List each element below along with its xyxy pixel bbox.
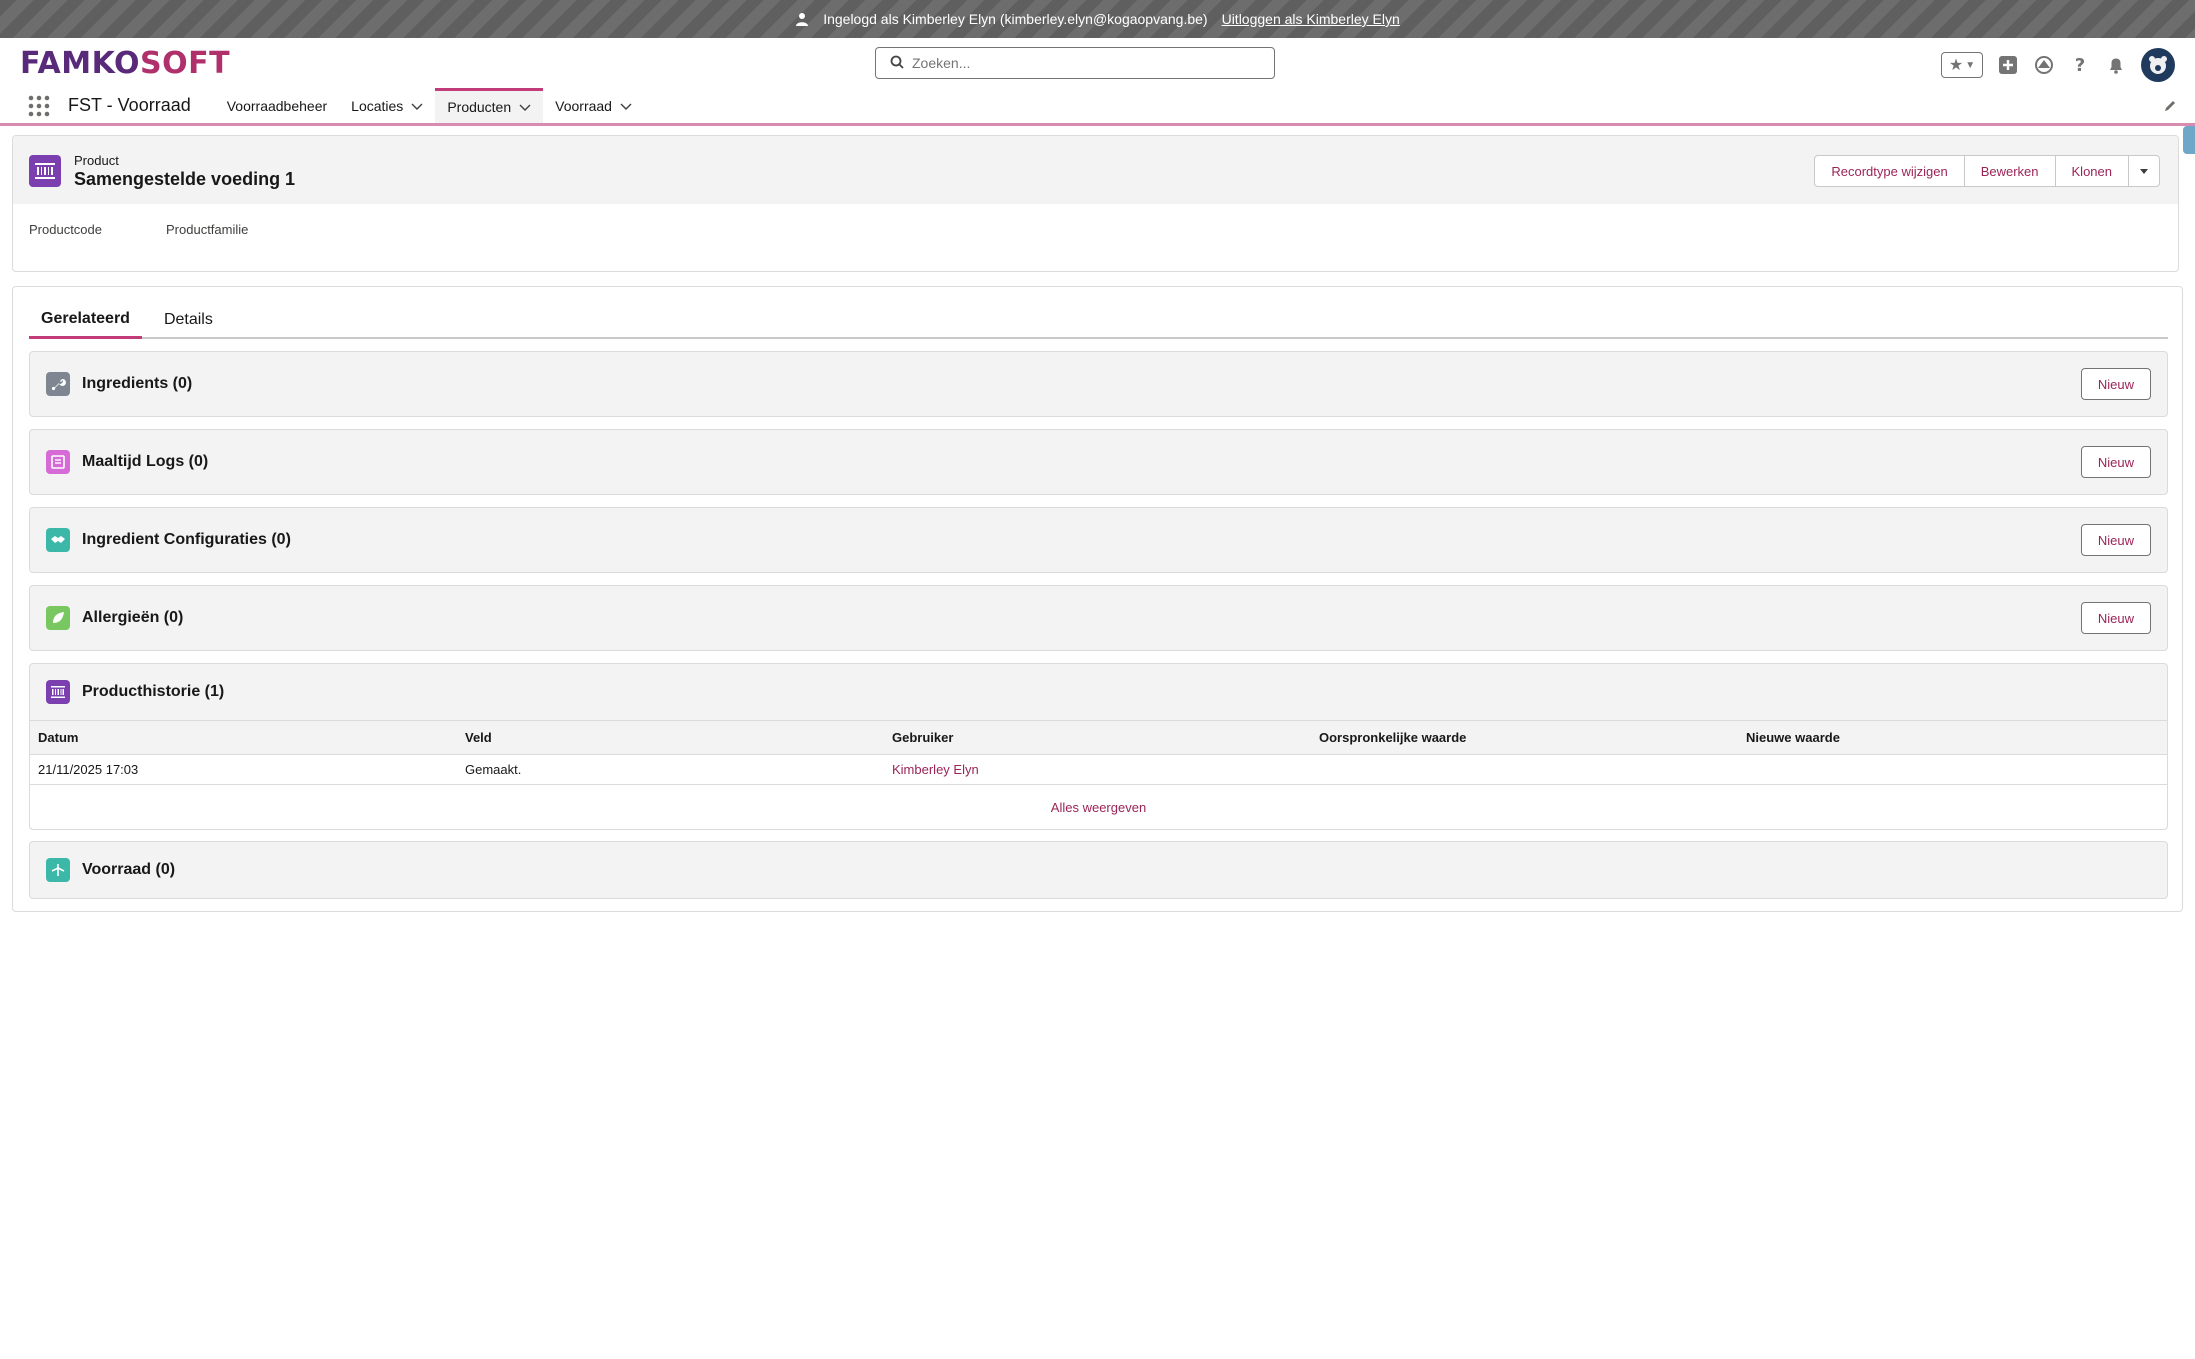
view-all-link[interactable]: Alles weergeven (30, 785, 2167, 829)
cell-user-link[interactable]: Kimberley Elyn (884, 754, 1311, 785)
tab-gerelateerd[interactable]: Gerelateerd (29, 301, 142, 339)
record-action-buttons: Recordtype wijzigen Bewerken Klonen (1814, 155, 2160, 187)
edit-nav-pencil-icon[interactable] (2163, 99, 2177, 113)
related-list-meal-logs: Maaltijd Logs (0) Nieuw (29, 429, 2168, 495)
related-list-title[interactable]: Voorraad (0) (82, 861, 175, 879)
famkosoft-logo[interactable]: FAMKOSOFT (20, 46, 230, 81)
search-placeholder: Zoeken... (912, 55, 971, 71)
new-ingredient-button[interactable]: Nieuw (2080, 368, 2151, 400)
tab-bar: Gerelateerd Details (29, 287, 2168, 339)
logout-as-link[interactable]: Uitloggen als Kimberley Elyn (1222, 11, 1400, 27)
header-utility-icons: ★ ▼ ? (1941, 48, 2175, 82)
related-list-title[interactable]: Ingredients (0) (82, 375, 192, 393)
nav-item-producten[interactable]: Producten (435, 88, 544, 123)
chevron-down-icon[interactable] (519, 101, 531, 113)
help-icon[interactable]: ? (2069, 54, 2091, 76)
new-allergy-button[interactable]: Nieuw (2080, 602, 2151, 634)
table-row: 21/11/2025 17:03 Gemaakt. Kimberley Elyn (30, 754, 2167, 785)
leaf-icon (46, 606, 70, 630)
product-barcode-icon (29, 155, 61, 187)
related-list-voorraad: Voorraad (0) (29, 841, 2168, 899)
edit-button[interactable]: Bewerken (1963, 155, 2056, 187)
nav-item-label: Voorraadbeheer (226, 97, 328, 114)
favorites-button[interactable]: ★ ▼ (1941, 52, 1983, 78)
cell-old-value (1311, 754, 1738, 785)
chevron-down-icon: ▼ (1965, 59, 1976, 71)
trailhead-icon[interactable] (2033, 54, 2055, 76)
cell-date: 21/11/2025 17:03 (30, 754, 457, 785)
banner-text: Ingelogd als Kimberley Elyn (kimberley.e… (823, 11, 1208, 27)
caret-down-icon (2140, 169, 2148, 174)
nav-item-label: Locaties (351, 97, 404, 114)
related-list-ingredient-configurations: Ingredient Configuraties (0) Nieuw (29, 507, 2168, 573)
record-highlights: Product Samengestelde voeding 1 Recordty… (13, 136, 2178, 204)
column-header-datum: Datum (30, 720, 457, 755)
handshake-icon (46, 528, 70, 552)
nav-item-label: Producten (447, 99, 512, 115)
utility-panel-toggle[interactable] (2183, 126, 2195, 154)
search-icon (890, 55, 904, 72)
record-title: Samengestelde voeding 1 (74, 169, 296, 189)
nav-item-label: Voorraad (555, 97, 612, 114)
product-barcode-icon (46, 680, 70, 704)
star-icon: ★ (1948, 57, 1964, 74)
nav-item-voorraadbeheer[interactable]: Voorraadbeheer (215, 88, 339, 123)
field-label-productfamilie: Productfamilie (166, 222, 249, 237)
app-name: FST - Voorraad (68, 95, 191, 115)
change-record-type-button[interactable]: Recordtype wijzigen (1814, 155, 1965, 187)
new-meal-log-button[interactable]: Nieuw (2080, 446, 2151, 478)
app-navigation-bar: FST - Voorraad Voorraadbeheer Locaties P… (0, 88, 2195, 126)
global-search-input[interactable]: Zoeken... (875, 47, 1275, 79)
column-header-oorspronkelijke-waarde: Oorspronkelijke waarde (1311, 720, 1738, 755)
field-label-productcode: Productcode (29, 222, 102, 237)
related-list-product-history: Producthistorie (1) Datum Veld Gebruiker… (29, 663, 2168, 830)
user-icon (795, 12, 809, 26)
meal-log-icon (46, 450, 70, 474)
related-list-title[interactable]: Producthistorie (1) (82, 683, 224, 701)
svg-text:?: ? (2075, 55, 2085, 75)
tab-details[interactable]: Details (152, 301, 225, 339)
nav-item-voorraad[interactable]: Voorraad (543, 88, 644, 123)
new-ingredient-configuration-button[interactable]: Nieuw (2080, 524, 2151, 556)
wrench-icon (46, 372, 70, 396)
impersonation-banner: Ingelogd als Kimberley Elyn (kimberley.e… (0, 0, 2195, 38)
record-object-label: Product (74, 153, 119, 168)
related-list-title[interactable]: Maaltijd Logs (0) (82, 453, 208, 471)
related-list-ingredients: Ingredients (0) Nieuw (29, 351, 2168, 417)
column-header-nieuwe-waarde: Nieuwe waarde (1738, 720, 2167, 755)
record-fields: Productcode Productfamilie (13, 204, 2178, 255)
user-avatar[interactable] (2141, 48, 2175, 82)
column-header-gebruiker: Gebruiker (884, 720, 1311, 755)
related-list-title[interactable]: Allergieën (0) (82, 609, 183, 627)
related-list-title[interactable]: Ingredient Configuraties (0) (82, 531, 291, 549)
stock-icon (46, 858, 70, 882)
cell-new-value (1738, 754, 2167, 785)
chevron-down-icon[interactable] (620, 100, 632, 112)
notifications-bell-icon[interactable] (2105, 54, 2127, 76)
column-header-veld: Veld (457, 720, 884, 755)
more-actions-button[interactable] (2128, 155, 2160, 187)
global-header: FAMKOSOFT Zoeken... ★ ▼ ? (0, 38, 2195, 88)
app-launcher-icon[interactable] (28, 88, 52, 123)
cell-field: Gemaakt. (457, 754, 884, 785)
clone-button[interactable]: Klonen (2054, 155, 2129, 187)
record-header-card: Product Samengestelde voeding 1 Recordty… (12, 135, 2179, 272)
record-tabs-card: Gerelateerd Details Ingredients (0) Nieu… (12, 286, 2183, 912)
global-actions-icon[interactable] (1997, 54, 2019, 76)
history-table: Datum Veld Gebruiker Oorspronkelijke waa… (30, 720, 2167, 785)
nav-item-locaties[interactable]: Locaties (339, 88, 435, 123)
chevron-down-icon[interactable] (411, 100, 423, 112)
related-list-allergies: Allergieën (0) Nieuw (29, 585, 2168, 651)
